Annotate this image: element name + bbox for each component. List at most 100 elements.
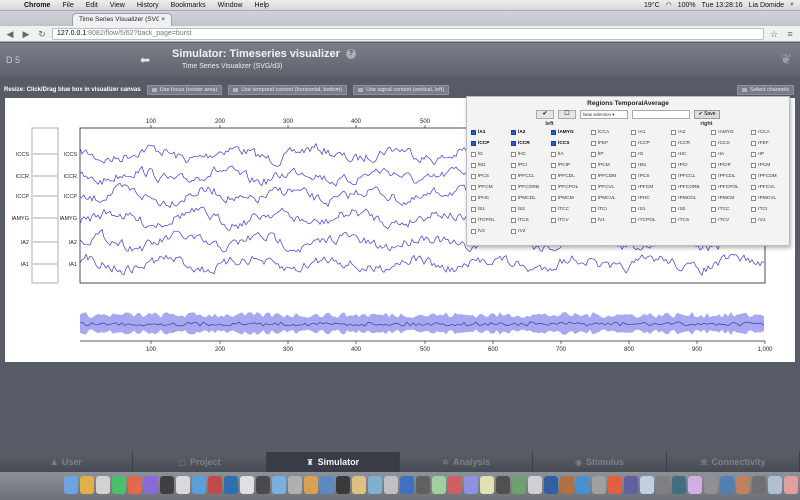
region-checkbox[interactable] [711,206,716,212]
region-lpci[interactable]: lPCI [511,160,551,170]
region-lpcs[interactable]: lPCS [471,171,511,181]
region-checkbox[interactable] [591,162,596,168]
dock-app-icon[interactable] [624,476,638,494]
dock-app-icon[interactable] [128,476,142,494]
region-rtcs[interactable]: rTCS [671,215,711,225]
dock-app-icon[interactable] [208,476,222,494]
region-lpcip[interactable]: lPCIP [551,160,591,170]
menu-history[interactable]: History [131,2,165,9]
dock-app-icon[interactable] [304,476,318,494]
search-icon[interactable]: ⌕ [790,1,794,9]
region-rtci[interactable]: rTCI [751,204,791,214]
region-checkbox[interactable] [471,206,476,212]
region-rpfcvl[interactable]: rPFCVL [751,182,791,192]
region-checkbox[interactable] [511,129,516,135]
select-channels-button[interactable]: Select channels [737,85,794,95]
region-checkbox[interactable] [751,184,756,190]
check-all-icon[interactable]: ✔ [536,110,554,119]
dock-app-icon[interactable] [432,476,446,494]
region-lfef[interactable]: lFEF [591,138,631,148]
region-rs2[interactable]: rS2 [671,204,711,214]
menu-view[interactable]: View [104,2,131,9]
dock-app-icon[interactable] [176,476,190,494]
battery-readout[interactable]: 100% [678,2,696,9]
region-lpfcdm[interactable]: lPFCDM [591,171,631,181]
region-rhc[interactable]: rHC [671,149,711,159]
region-rpci[interactable]: rPCI [671,160,711,170]
region-ltcpol[interactable]: lTCPOL [471,215,511,225]
region-lv1[interactable]: lV1 [591,215,631,225]
dock-app-icon[interactable] [720,476,734,494]
dock-app-icon[interactable] [64,476,78,494]
close-icon[interactable]: × [161,16,165,24]
region-checkbox[interactable] [551,217,556,223]
region-checkbox[interactable] [671,140,676,146]
region-ltcs[interactable]: lTCS [511,215,551,225]
region-rpcs[interactable]: rPCS [631,171,671,181]
region-checkbox[interactable] [671,206,676,212]
region-checkbox[interactable] [511,140,516,146]
region-checkbox[interactable] [711,129,716,135]
dock-app-icon[interactable] [384,476,398,494]
region-checkbox[interactable] [511,184,516,190]
dock-app-icon[interactable] [768,476,782,494]
region-checkbox[interactable] [631,217,636,223]
region-checkbox[interactable] [471,184,476,190]
dock-app-icon[interactable] [512,476,526,494]
use-signal-button[interactable]: Use signal context (vertical, left) [353,85,450,95]
region-checkbox[interactable] [551,173,556,179]
region-lpmcdl[interactable]: lPMCDL [511,193,551,203]
dock-app-icon[interactable] [336,476,350,494]
region-checkbox[interactable] [591,140,596,146]
region-checkbox[interactable] [471,151,476,157]
region-checkbox[interactable] [671,162,676,168]
region-checkbox[interactable] [631,184,636,190]
region-checkbox[interactable] [631,195,636,201]
clock[interactable]: Tue 13:28:16 [702,2,743,9]
dock-app-icon[interactable] [112,476,126,494]
dock-app-icon[interactable] [80,476,94,494]
use-focus-button[interactable]: Use focus (center area) [146,85,223,95]
region-checkbox[interactable] [511,217,516,223]
region-rv2[interactable]: rV2 [511,226,551,236]
dock-app-icon[interactable] [688,476,702,494]
region-rs1[interactable]: rS1 [631,204,671,214]
region-lamyg[interactable]: lAMYG [551,127,591,137]
dock-app-icon[interactable] [320,476,334,494]
dock-app-icon[interactable] [608,476,622,494]
dock-app-icon[interactable] [544,476,558,494]
region-checkbox[interactable] [471,162,476,168]
save-button[interactable]: ✔ Save [694,110,720,119]
region-rv1[interactable]: rV1 [751,215,791,225]
region-checkbox[interactable] [711,184,716,190]
browser-tab[interactable]: Time Series Visualizer (SVG/d3) × [72,13,172,26]
region-rtcpol[interactable]: rTCPOL [631,215,671,225]
region-checkbox[interactable] [551,162,556,168]
region-rpfccl[interactable]: rPFCCL [671,171,711,181]
region-rpmcvl[interactable]: rPMCVL [751,193,791,203]
region-checkbox[interactable] [591,195,596,201]
menu-help[interactable]: Help [249,2,275,9]
region-checkbox[interactable] [471,228,476,234]
selection-name-input[interactable] [632,110,690,119]
menu-edit[interactable]: Edit [80,2,104,9]
region-lccr[interactable]: lCCR [511,138,551,148]
region-checkbox[interactable] [631,162,636,168]
region-rg[interactable]: rG [631,149,671,159]
region-rtcc[interactable]: rTCC [711,204,751,214]
dock-app-icon[interactable] [96,476,110,494]
region-checkbox[interactable] [511,162,516,168]
region-lg[interactable]: lG [471,149,511,159]
nav-simulator[interactable]: ♜ Simulator [266,452,400,472]
region-checkbox[interactable] [591,184,596,190]
region-checkbox[interactable] [631,173,636,179]
region-ltcc[interactable]: lTCC [551,204,591,214]
dock-app-icon[interactable] [192,476,206,494]
region-checkbox[interactable] [551,140,556,146]
dock-app-icon[interactable] [704,476,718,494]
region-rpmcm[interactable]: rPMCM [711,193,751,203]
region-lphc[interactable]: lPHC [471,193,511,203]
region-checkbox[interactable] [671,129,676,135]
region-checkbox[interactable] [511,151,516,157]
region-checkbox[interactable] [751,217,756,223]
